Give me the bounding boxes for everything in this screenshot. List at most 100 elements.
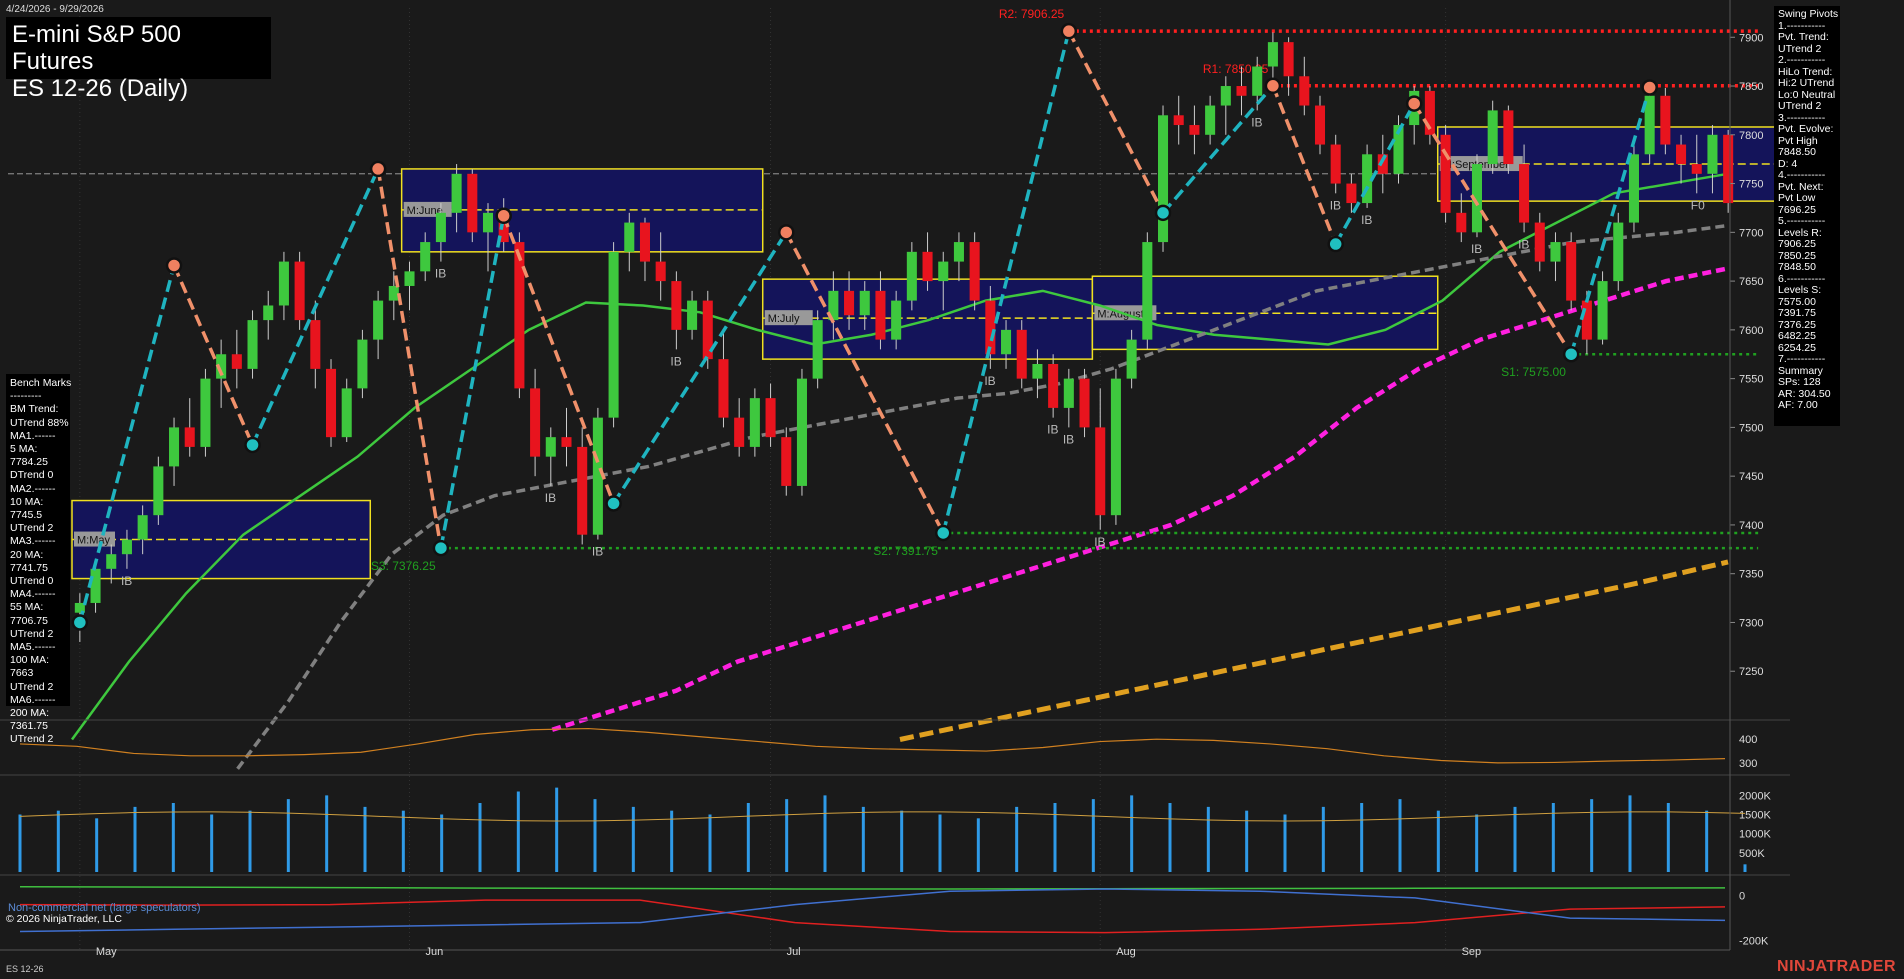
bench-marks-line: BM Trend: xyxy=(10,403,59,416)
pivot-marker xyxy=(432,539,450,557)
candle-body xyxy=(278,261,289,306)
bench-marks-line: MA6.------ xyxy=(10,693,56,706)
cot-tick-label: -200K xyxy=(1739,936,1769,948)
level-label: S1: 7575.00 xyxy=(1501,365,1566,379)
footer-symbol: ES 12-26 xyxy=(6,964,44,974)
price-tick-label: 7350 xyxy=(1739,569,1763,581)
candle-body xyxy=(1581,300,1592,340)
candle-body xyxy=(121,539,132,555)
bench-marks-line: --------- xyxy=(10,390,42,403)
pivot-marker xyxy=(1562,345,1580,363)
panel2-line xyxy=(19,727,1726,764)
volume-tick-label: 500K xyxy=(1739,848,1765,860)
candle-body xyxy=(514,242,525,389)
candle-body xyxy=(639,222,651,262)
candle-body xyxy=(1220,86,1231,106)
level-label: S2: 7391.75 xyxy=(873,544,938,558)
zigzag-segment xyxy=(439,215,506,549)
candle-body xyxy=(844,290,855,316)
bench-marks-line: 7706.75 xyxy=(10,614,48,627)
bench-marks-line: UTrend 2 xyxy=(10,522,54,535)
swing-pivots-line: 6482.25 xyxy=(1778,330,1816,342)
price-tick-label: 7750 xyxy=(1739,179,1763,191)
volume-tick-label: 2000K xyxy=(1739,790,1771,802)
candle-body xyxy=(1063,378,1074,408)
price-tick-label: 7700 xyxy=(1739,227,1763,239)
candle-body xyxy=(1110,378,1121,516)
bench-marks-line: 7741.75 xyxy=(10,561,48,574)
candle-body xyxy=(90,568,101,603)
bench-marks-line: UTrend 2 xyxy=(10,733,54,746)
pivot-marker xyxy=(1327,235,1344,253)
month-label: Aug xyxy=(1116,946,1136,958)
swing-pivots-line: 2.----------- xyxy=(1778,54,1826,66)
level-label: S3: 7376.25 xyxy=(371,559,436,573)
pivot-marker xyxy=(1405,95,1423,112)
pivot-marker xyxy=(369,160,387,178)
swing-pivots-line: Swing Pivots xyxy=(1778,8,1839,20)
candle-body xyxy=(1001,329,1012,355)
candle-body xyxy=(1126,339,1137,379)
pivot-marker xyxy=(778,224,795,241)
date-range: 4/24/2026 - 9/29/2026 xyxy=(6,4,104,15)
moving-averages xyxy=(70,172,1729,770)
candle-body xyxy=(153,466,164,516)
monthly-box-label: M:May xyxy=(77,535,111,547)
candle-body xyxy=(1676,144,1687,165)
candle-body xyxy=(1236,86,1247,96)
swing-pivots-line: 7.----------- xyxy=(1778,353,1826,365)
copyright: © 2026 NinjaTrader, LLC xyxy=(6,913,122,925)
candle-body xyxy=(435,212,446,243)
brand-logo: NINJATRADER xyxy=(1777,958,1896,975)
zigzag-segment xyxy=(612,231,788,505)
candle-body xyxy=(1613,222,1624,282)
candle-body xyxy=(263,305,274,321)
bench-marks-line: 7745.5 xyxy=(10,509,43,522)
ib-label: IB xyxy=(1518,237,1529,251)
pivot-marker xyxy=(495,207,512,224)
candle-body xyxy=(388,285,399,301)
candle-body xyxy=(137,515,148,540)
candle-body xyxy=(938,261,949,282)
candle-body xyxy=(671,281,682,330)
candle-body xyxy=(451,173,462,213)
bench-marks-line: DTrend 0 xyxy=(10,469,54,482)
bench-marks-line: 7361.75 xyxy=(10,720,48,733)
candle-body xyxy=(200,378,211,447)
swing-pivots-panel: Swing Pivots 1.----------- Pvt. Trend: UTre… xyxy=(1774,6,1840,426)
bench-marks-panel: Bench Marks --------- BM Trend: UTrend 88% M… xyxy=(6,374,71,745)
swing-pivots-line: 7848.50 xyxy=(1778,261,1816,273)
swing-pivots-line: Pvt. Trend: xyxy=(1778,31,1829,43)
bench-marks-line: UTrend 88% xyxy=(10,416,69,429)
candle-body xyxy=(1346,183,1357,204)
candle-body xyxy=(1550,242,1561,262)
candle-body xyxy=(749,398,760,447)
price-tick-label: 7450 xyxy=(1739,471,1763,483)
price-tick-label: 7400 xyxy=(1739,520,1763,532)
chart-subtitle: ES 12-26 (Daily) xyxy=(12,75,189,102)
candle-body xyxy=(1016,329,1027,379)
candle-body xyxy=(325,368,337,438)
bench-marks-line: 55 MA: xyxy=(10,601,44,614)
bench-marks-line: 10 MA: xyxy=(10,495,44,508)
candle-body xyxy=(420,242,431,272)
price-tick-label: 7250 xyxy=(1739,666,1763,678)
candle-body xyxy=(1628,154,1639,223)
ib-label: IB xyxy=(984,374,995,388)
candle-body xyxy=(106,554,117,569)
candle-body xyxy=(1048,364,1059,408)
ib-label: IB xyxy=(435,267,446,281)
ib-label: IB xyxy=(545,491,556,505)
candle-body xyxy=(812,320,823,379)
candle-body xyxy=(1487,110,1498,165)
month-label: Sep xyxy=(1462,946,1482,958)
pivot-marker xyxy=(71,614,89,631)
candle-body xyxy=(906,251,917,301)
candle-body xyxy=(1707,134,1718,174)
swing-pivots-line: 7906.25 xyxy=(1778,238,1816,250)
candle-body xyxy=(1189,125,1200,135)
candle-body xyxy=(1283,42,1294,77)
chart-title: E-mini S&P 500 Futures xyxy=(12,21,181,75)
month-label: Jul xyxy=(787,946,801,958)
level-label: R2: 7906.25 xyxy=(999,7,1065,21)
